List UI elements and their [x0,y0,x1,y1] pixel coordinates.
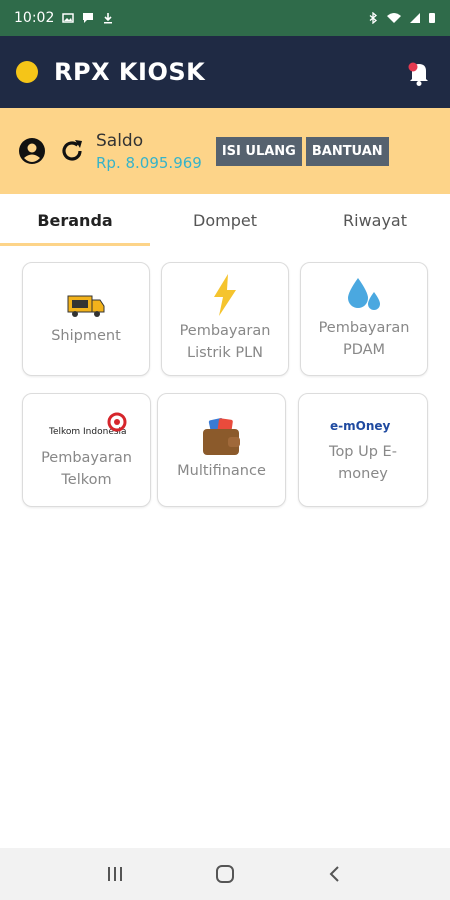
system-nav-bar [0,848,450,900]
wifi-icon [387,13,401,23]
saldo-label: Saldo [96,130,144,151]
emoney-logo: e-mOney [330,419,391,433]
status-bar: 10:02 [0,0,450,36]
refresh-icon[interactable] [58,137,86,165]
saldo-value: Rp. 8.095.969 [96,153,202,172]
bluetooth-icon [369,12,378,24]
menu-pdam[interactable]: Pembayaran PDAM [300,262,428,376]
signal-icon [410,13,420,23]
emoney-logo-text: e-mOney [330,419,391,433]
lightning-icon [214,274,236,317]
battery-icon [429,13,435,23]
menu-multifinance[interactable]: Multifinance [157,393,286,507]
message-icon [83,13,94,23]
app-title: RPX KIOSK [54,58,206,86]
tab-dompet[interactable]: Dompet [150,194,300,246]
menu-label: Shipment [51,328,121,345]
menu-emoney[interactable]: e-mOney Top Up E-money [298,393,428,507]
app-logo [16,61,38,83]
download-icon [104,13,113,24]
menu-label: Pembayaran PDAM [318,320,410,358]
account-icon[interactable] [18,137,46,165]
home-icon[interactable] [214,863,236,885]
menu-label: Pembayaran Telkom [41,450,132,488]
truck-icon [67,295,105,318]
wallet-icon [202,418,240,456]
image-icon [62,13,75,23]
tab-bar: Beranda Dompet Riwayat [0,194,450,246]
telkom-logo: Telkom Indonesia [48,412,126,437]
recent-apps-icon[interactable] [105,864,125,884]
back-icon[interactable] [325,864,345,884]
app-bar: RPX KIOSK [0,36,450,108]
isi-ulang-button[interactable]: ISI ULANG [215,136,302,166]
menu-shipment[interactable]: Shipment [22,262,150,376]
menu-telkom[interactable]: Telkom Indonesia Pembayaran Telkom [22,393,151,507]
menu-label: Multifinance [177,463,266,480]
tab-riwayat[interactable]: Riwayat [300,194,450,246]
saldo-bar: Saldo Rp. 8.095.969 ISI ULANG BANTUAN [0,108,450,194]
menu-label: Pembayaran Listrik PLN [179,323,271,361]
tab-beranda[interactable]: Beranda [0,194,150,246]
status-time: 10:02 [14,10,55,26]
bantuan-button[interactable]: BANTUAN [305,136,389,166]
menu-pln[interactable]: Pembayaran Listrik PLN [161,262,289,376]
menu-label: Top Up E-money [329,444,397,482]
water-drops-icon [348,278,380,311]
notification-bell-icon[interactable] [404,58,434,88]
